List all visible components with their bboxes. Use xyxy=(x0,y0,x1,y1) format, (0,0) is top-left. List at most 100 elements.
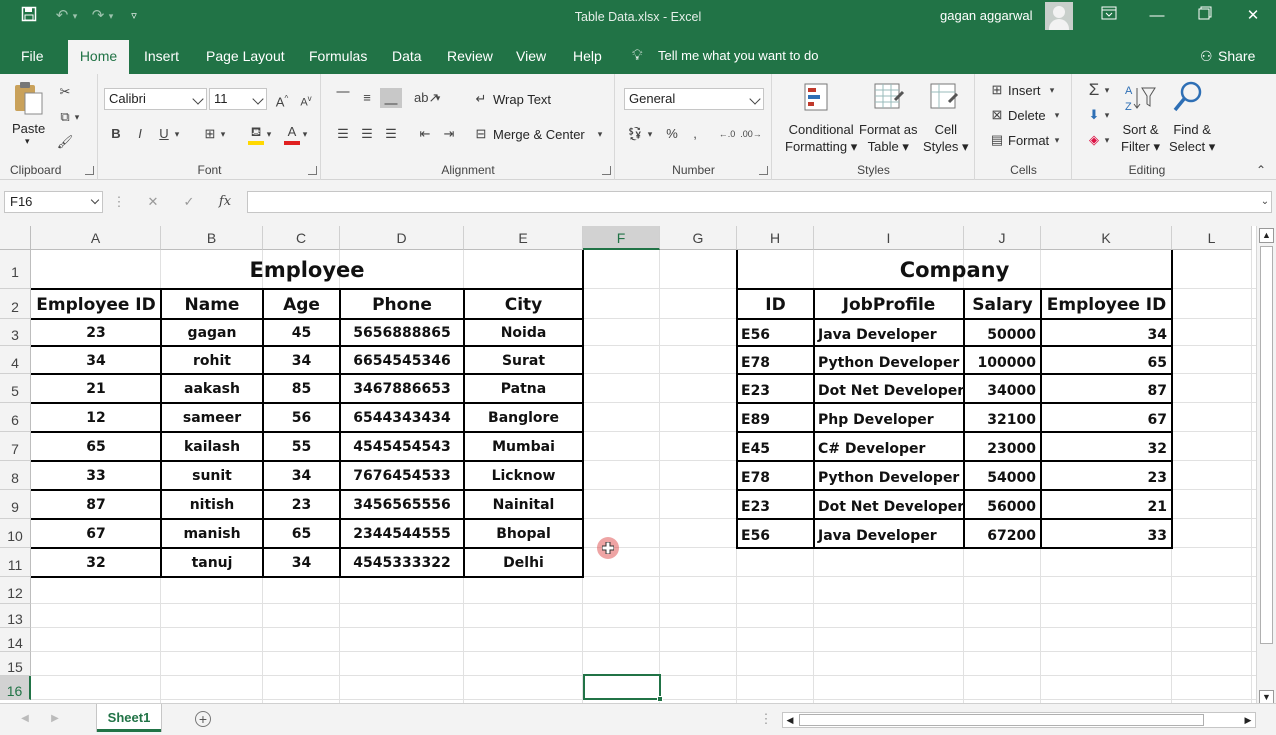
company-data-cell[interactable]: E78 xyxy=(737,463,814,492)
column-header-j[interactable]: J xyxy=(964,226,1041,250)
company-data-cell[interactable]: 50000 xyxy=(964,321,1041,348)
row-header-13[interactable]: 13 xyxy=(0,604,31,628)
hscroll-right-icon[interactable]: ▶ xyxy=(1241,713,1255,727)
employee-data-cell[interactable]: 23 xyxy=(263,490,340,519)
employee-header-cell[interactable]: Name xyxy=(161,289,263,319)
cell-styles-button[interactable]: Cell Styles ▾ xyxy=(923,121,969,155)
employee-data-cell[interactable]: 21 xyxy=(31,374,161,403)
expand-formula-icon[interactable]: ⌄ xyxy=(1254,192,1276,212)
paste-dropdown-icon[interactable]: ▾ xyxy=(25,136,30,147)
select-all-corner[interactable] xyxy=(0,226,31,250)
clipboard-launcher-icon[interactable] xyxy=(85,166,94,175)
employee-data-cell[interactable]: 34 xyxy=(263,548,340,577)
company-data-cell[interactable]: 67 xyxy=(1041,405,1172,434)
wrap-text-icon[interactable]: ↵ xyxy=(470,89,492,109)
scroll-up-icon[interactable]: ▲ xyxy=(1259,228,1274,243)
employee-data-cell[interactable]: Licknow xyxy=(464,461,583,490)
underline-dropdown-icon[interactable]: ▾ xyxy=(171,124,183,144)
sheet-tab-sheet1[interactable]: Sheet1 xyxy=(97,704,161,732)
find-select-button[interactable]: Find & Select ▾ xyxy=(1169,121,1215,155)
employee-data-cell[interactable]: tanuj xyxy=(161,548,263,577)
employee-data-cell[interactable]: 65 xyxy=(263,519,340,548)
split-handle-icon[interactable]: ⋮ xyxy=(755,709,777,729)
company-data-cell[interactable]: Php Developer xyxy=(814,405,964,434)
employee-data-cell[interactable]: 34 xyxy=(31,346,161,374)
decrease-decimal-icon[interactable]: .00→ xyxy=(740,124,762,144)
delete-cells-button[interactable]: Delete xyxy=(1008,108,1046,123)
enter-icon[interactable]: ✓ xyxy=(178,192,200,212)
company-data-cell[interactable]: 23 xyxy=(1041,463,1172,492)
company-data-cell[interactable]: 32 xyxy=(1041,434,1172,463)
employee-data-cell[interactable]: nitish xyxy=(161,490,263,519)
row-header-5[interactable]: 5 xyxy=(0,374,31,403)
row-header-6[interactable]: 6 xyxy=(0,403,31,432)
number-launcher-icon[interactable] xyxy=(759,166,768,175)
company-data-cell[interactable]: 56000 xyxy=(964,492,1041,521)
tab-page-layout[interactable]: Page Layout xyxy=(196,34,295,74)
employee-data-cell[interactable]: 55 xyxy=(263,432,340,461)
format-cells-button[interactable]: Format xyxy=(1008,133,1049,148)
align-left-icon[interactable]: ☰ xyxy=(332,124,354,144)
row-header-10[interactable]: 10 xyxy=(0,519,31,548)
delete-cells-icon[interactable]: ⊠ xyxy=(986,105,1008,125)
company-title[interactable]: Company xyxy=(737,250,1172,289)
company-data-cell[interactable]: 33 xyxy=(1041,521,1172,550)
delete-dropdown-icon[interactable]: ▾ xyxy=(1051,105,1063,125)
employee-data-cell[interactable]: 23 xyxy=(31,319,161,346)
column-header-h[interactable]: H xyxy=(737,226,814,250)
row-header-15[interactable]: 15 xyxy=(0,652,31,676)
collapse-ribbon-icon[interactable]: ⌃ xyxy=(1250,160,1272,180)
column-header-c[interactable]: C xyxy=(263,226,340,250)
column-header-i[interactable]: I xyxy=(814,226,964,250)
format-painter-icon[interactable]: 🖌︎ xyxy=(54,132,76,152)
employee-data-cell[interactable]: gagan xyxy=(161,319,263,346)
fill-handle[interactable] xyxy=(657,696,663,702)
employee-data-cell[interactable]: 4545333322 xyxy=(340,548,464,577)
employee-data-cell[interactable]: 2344544555 xyxy=(340,519,464,548)
fill-dropdown-icon[interactable]: ▾ xyxy=(1101,105,1113,125)
tab-view[interactable]: View xyxy=(506,34,556,74)
share-button[interactable]: Share xyxy=(1208,34,1265,74)
employee-data-cell[interactable]: Banglore xyxy=(464,403,583,432)
orientation-dropdown-icon[interactable]: ▾ xyxy=(432,88,444,108)
row-header-14[interactable]: 14 xyxy=(0,628,31,652)
company-data-cell[interactable]: 32100 xyxy=(964,405,1041,434)
avatar[interactable] xyxy=(1045,2,1073,30)
hscroll-left-icon[interactable]: ◀ xyxy=(783,713,797,727)
column-header-e[interactable]: E xyxy=(464,226,583,250)
merge-center-icon[interactable]: ⊟ xyxy=(470,124,492,144)
company-data-cell[interactable]: E78 xyxy=(737,348,814,376)
employee-data-cell[interactable]: sunit xyxy=(161,461,263,490)
company-data-cell[interactable]: C# Developer xyxy=(814,434,964,463)
conditional-formatting-icon[interactable] xyxy=(803,82,837,118)
scroll-tabs-left-icon[interactable]: ◀ xyxy=(14,709,36,729)
align-right-icon[interactable]: ☰ xyxy=(380,124,402,144)
tell-me-search[interactable]: Tell me what you want to do xyxy=(648,34,828,74)
company-header-cell[interactable]: ID xyxy=(737,289,814,319)
company-data-cell[interactable]: 54000 xyxy=(964,463,1041,492)
company-data-cell[interactable]: 100000 xyxy=(964,348,1041,376)
employee-data-cell[interactable]: 85 xyxy=(263,374,340,403)
employee-data-cell[interactable]: aakash xyxy=(161,374,263,403)
employee-data-cell[interactable]: 3467886653 xyxy=(340,374,464,403)
employee-data-cell[interactable]: 6654545346 xyxy=(340,346,464,374)
employee-data-cell[interactable]: 5656888865 xyxy=(340,319,464,346)
paste-icon[interactable] xyxy=(12,80,46,116)
scroll-tabs-right-icon[interactable]: ▶ xyxy=(44,709,66,729)
format-as-table-button[interactable]: Format as Table ▾ xyxy=(859,121,918,155)
decrease-font-icon[interactable]: Av xyxy=(295,89,317,109)
hscroll-thumb[interactable] xyxy=(799,714,1204,726)
employee-data-cell[interactable]: 45 xyxy=(263,319,340,346)
align-top-icon[interactable]: ⎺ xyxy=(332,88,354,108)
employee-data-cell[interactable]: Surat xyxy=(464,346,583,374)
row-header-8[interactable]: 8 xyxy=(0,461,31,490)
employee-data-cell[interactable]: 67 xyxy=(31,519,161,548)
employee-data-cell[interactable]: 87 xyxy=(31,490,161,519)
employee-data-cell[interactable]: 4545454543 xyxy=(340,432,464,461)
company-data-cell[interactable]: 23000 xyxy=(964,434,1041,463)
employee-header-cell[interactable]: Age xyxy=(263,289,340,319)
employee-data-cell[interactable]: Delhi xyxy=(464,548,583,577)
format-cells-icon[interactable]: ▤ xyxy=(986,130,1008,150)
worksheet-grid[interactable]: A B C D E F G H I J K L 1 2 3 4 5 6 7 8 9 10 11 12 13 14 15 16 Empl… xyxy=(0,226,1256,703)
bold-button[interactable]: B xyxy=(105,124,127,144)
